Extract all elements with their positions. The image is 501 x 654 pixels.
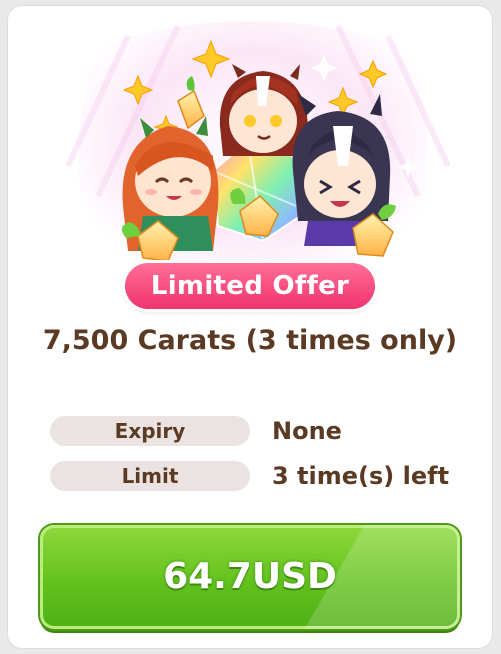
expiry-row: Expiry None: [50, 414, 470, 448]
price-label: 64.7USD: [163, 556, 337, 597]
expiry-label: Expiry: [50, 416, 250, 446]
offer-card: Limited Offer 7,500 Carats (3 times only…: [8, 6, 492, 648]
offer-artwork: [8, 6, 492, 306]
offer-title: 7,500 Carats (3 times only): [42, 325, 458, 356]
limited-offer-badge: Limited Offer: [125, 263, 375, 309]
limit-label: Limit: [50, 461, 250, 491]
limit-value: 3 time(s) left: [272, 462, 450, 490]
purchase-button[interactable]: 64.7USD: [40, 525, 460, 629]
expiry-value: None: [272, 417, 342, 445]
limit-row: Limit 3 time(s) left: [50, 459, 470, 493]
